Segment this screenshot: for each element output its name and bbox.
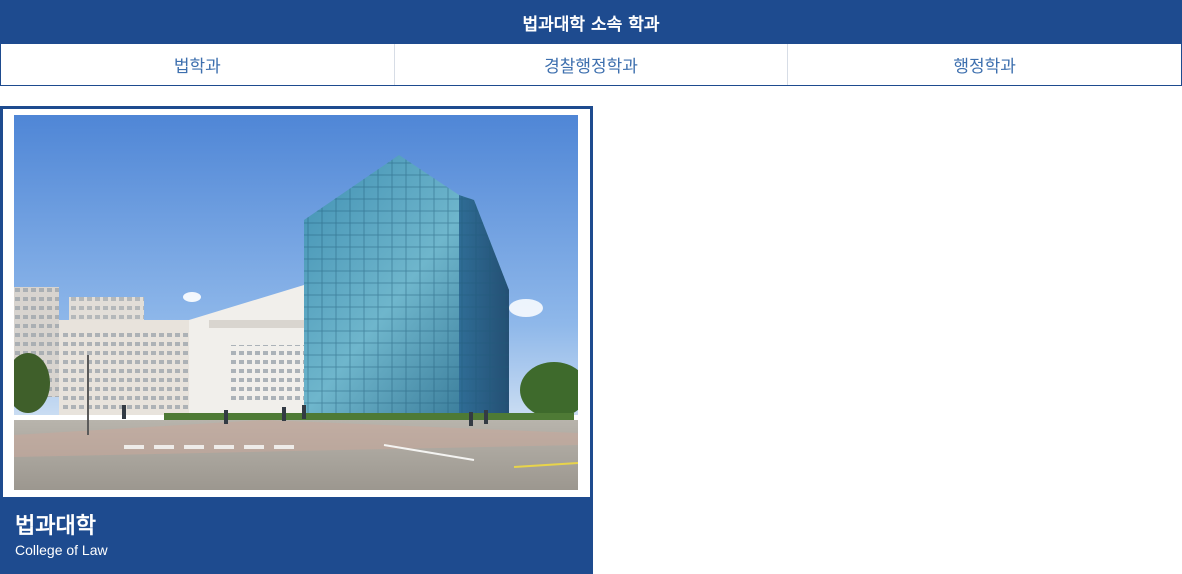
department-section-header: 법과대학 소속 학과 — [1, 1, 1181, 43]
college-subtitle: College of Law — [15, 542, 108, 558]
photo-frame — [3, 109, 590, 497]
college-card[interactable]: 법과대학 College of Law — [0, 106, 593, 574]
department-tabs: 법학과 경찰행정학과 행정학과 — [1, 43, 1181, 85]
tab-public-administration[interactable]: 행정학과 — [788, 44, 1181, 85]
college-title: 법과대학 — [15, 514, 96, 539]
college-card-caption: 법과대학 College of Law — [0, 497, 593, 574]
tab-police-administration[interactable]: 경찰행정학과 — [395, 44, 789, 85]
department-section: 법과대학 소속 학과 법학과 경찰행정학과 행정학과 — [0, 0, 1182, 86]
college-building-photo — [14, 115, 578, 490]
tab-law[interactable]: 법학과 — [1, 44, 395, 85]
